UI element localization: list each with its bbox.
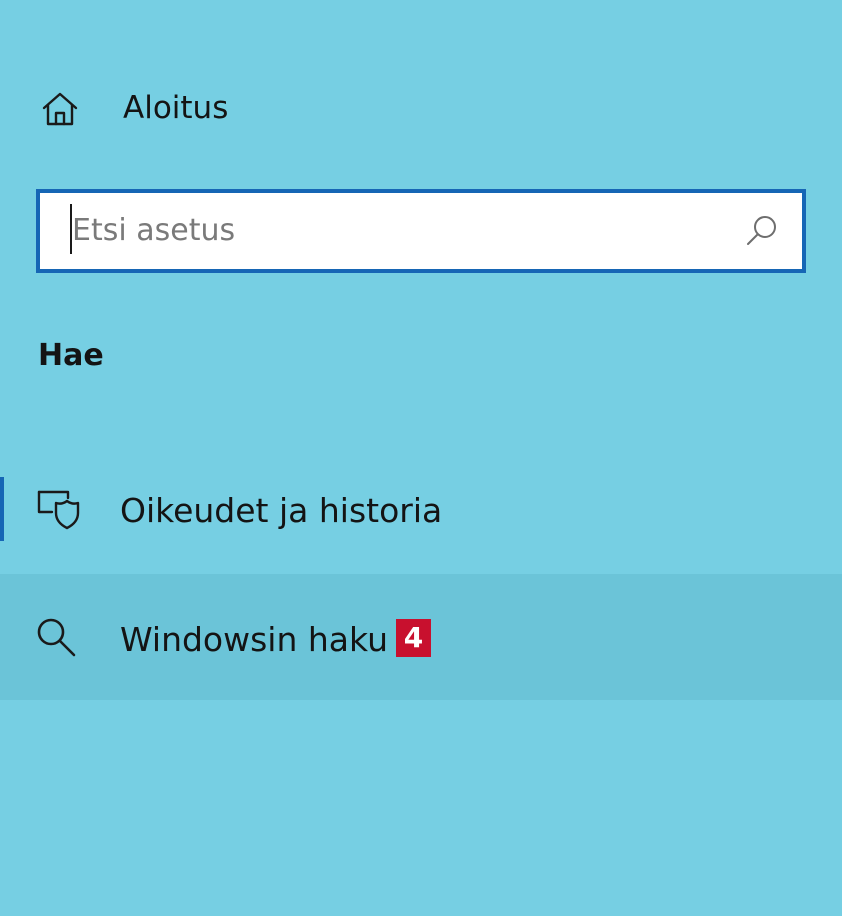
nav-item-label: Oikeudet ja historia	[120, 491, 443, 530]
nav-item-home[interactable]: Aloitus	[0, 72, 842, 144]
permissions-history-icon	[34, 486, 82, 534]
nav-item-permissions-history[interactable]: Oikeudet ja historia	[0, 450, 842, 576]
nav-item-label: Windowsin haku	[120, 620, 389, 659]
section-heading: Hae	[38, 338, 104, 373]
settings-search-input[interactable]	[72, 203, 732, 257]
magnifier-icon	[34, 614, 82, 662]
home-icon	[40, 89, 80, 129]
settings-search-box[interactable]	[36, 189, 806, 273]
search-icon[interactable]	[744, 213, 780, 249]
callout-number-badge: 4	[396, 619, 431, 657]
selection-indicator	[0, 477, 4, 541]
nav-home-label: Aloitus	[123, 90, 229, 126]
